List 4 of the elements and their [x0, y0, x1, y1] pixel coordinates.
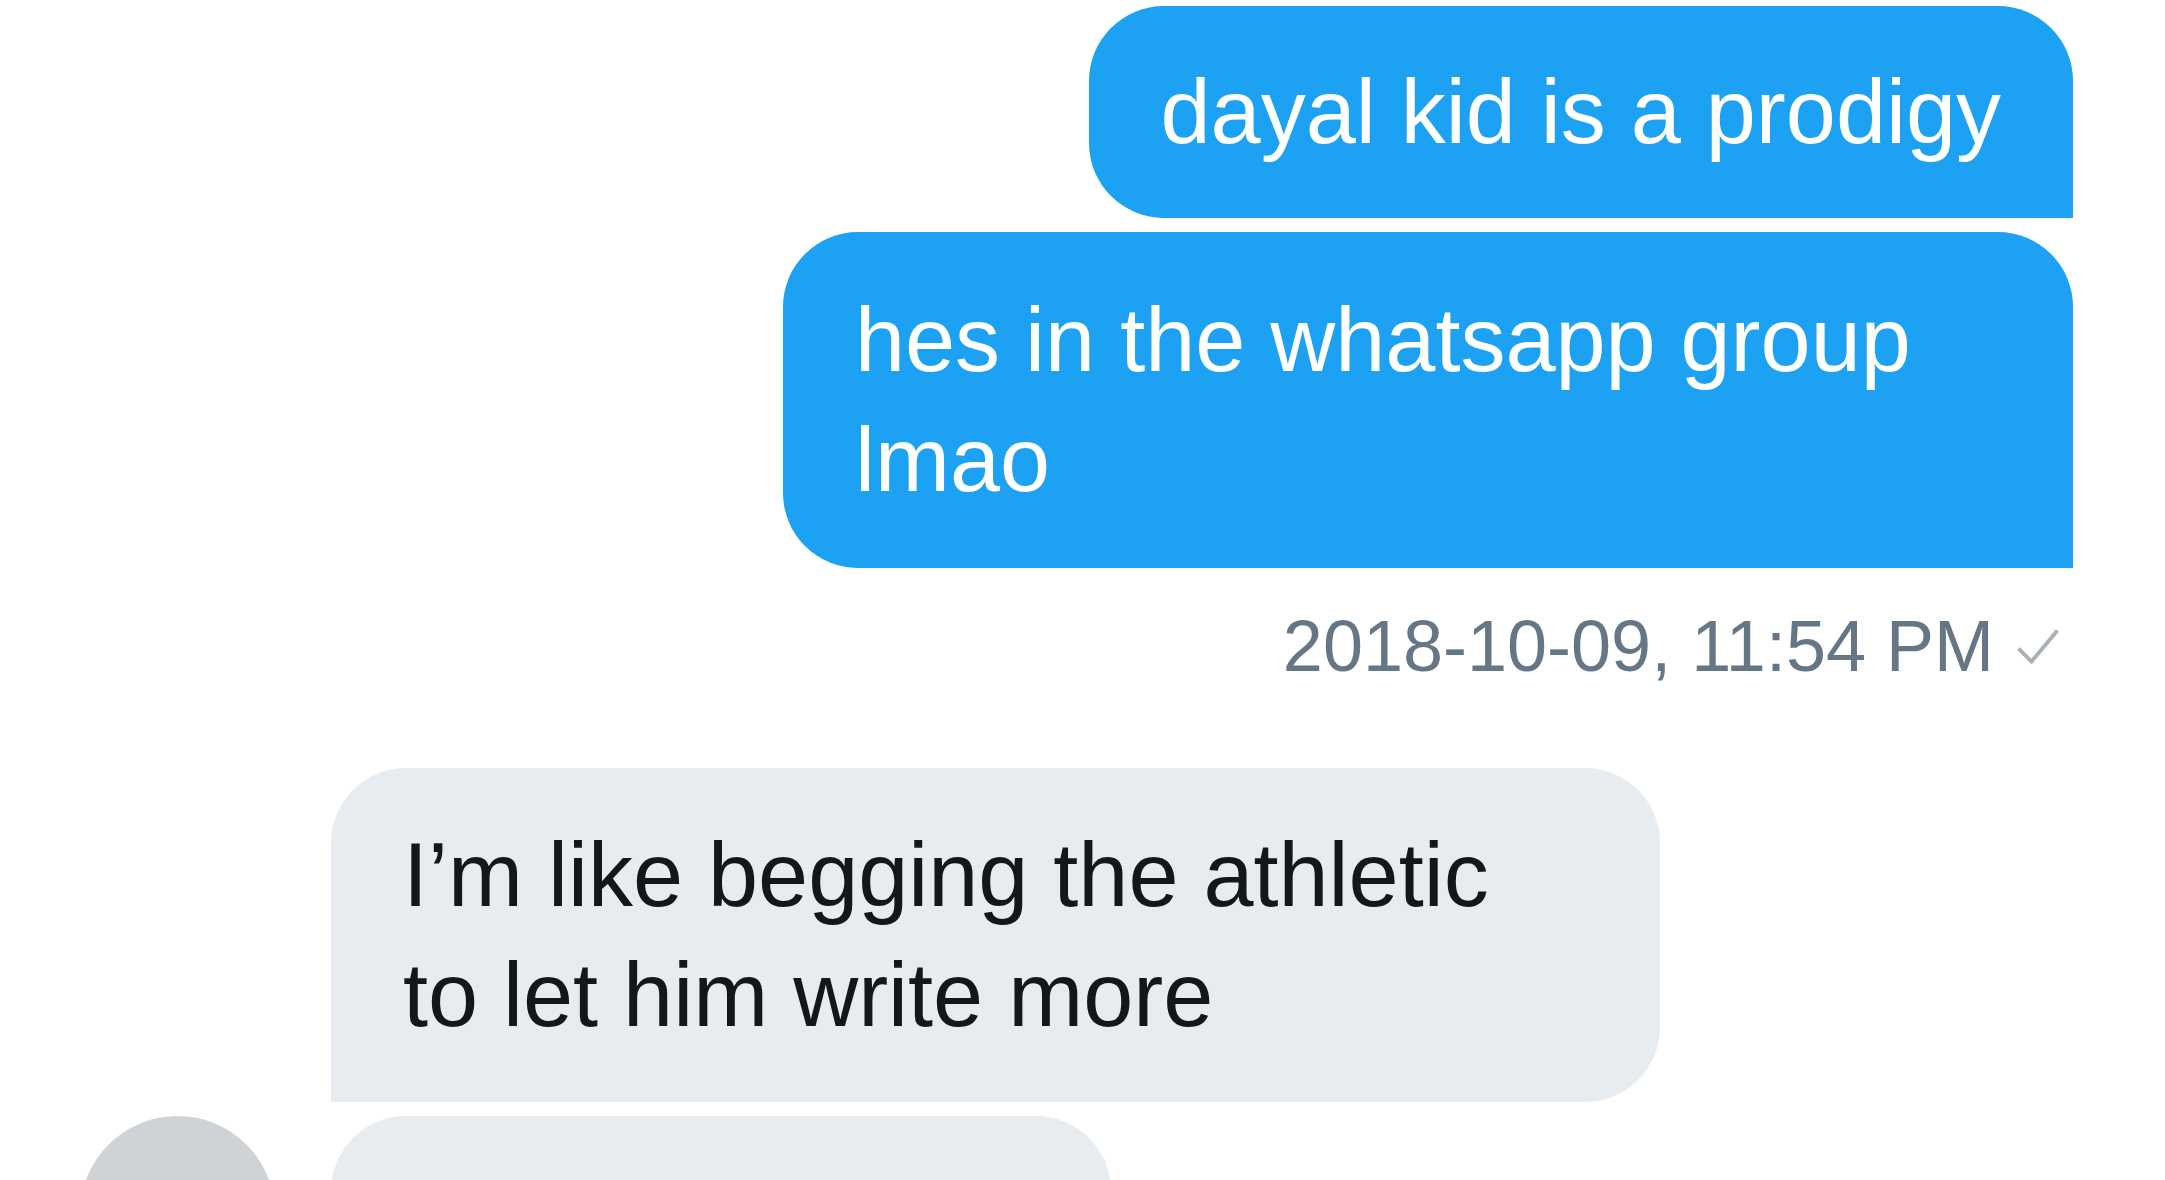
sent-message-bubble: hes in the whatsapp group lmao: [783, 232, 2073, 568]
message-timestamp: 2018-10-09, 11:54 PM: [1282, 605, 1994, 687]
received-message-bubble: I’m like begging the athletic to let him write more: [331, 768, 1660, 1102]
sent-message-bubble: dayal kid is a prodigy: [1088, 6, 2073, 218]
